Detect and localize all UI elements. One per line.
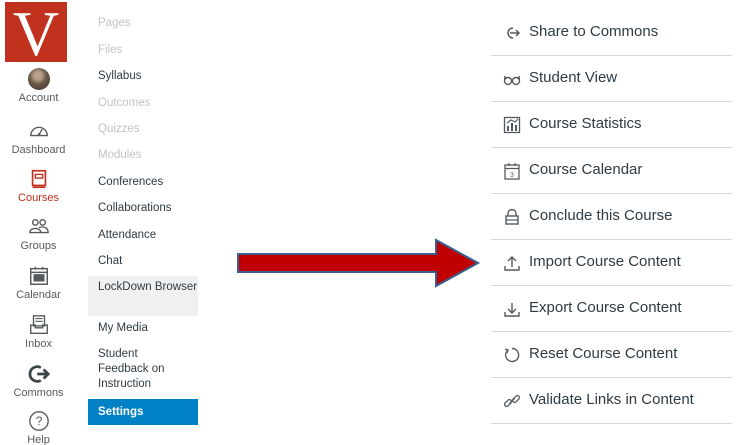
logo-v-icon: V — [13, 2, 59, 62]
course-nav-pages[interactable]: Pages — [88, 16, 198, 31]
course-statistics-label: Course Statistics — [529, 115, 642, 132]
nav-groups-label: Groups — [20, 240, 57, 252]
nav-dashboard-label: Dashboard — [11, 144, 66, 156]
export-course-content-label: Export Course Content — [529, 299, 682, 316]
course-nav-files[interactable]: Files — [88, 43, 198, 58]
validate-links-label: Validate Links in Content — [529, 391, 694, 408]
import-course-content-label: Import Course Content — [529, 253, 681, 270]
svg-text:V: V — [13, 2, 59, 62]
inbox-icon — [29, 315, 48, 334]
nav-account-label: Account — [18, 92, 59, 104]
calendar-icon — [29, 266, 48, 285]
course-nav-quizzes[interactable]: Quizzes — [88, 122, 198, 137]
course-calendar-label: Course Calendar — [529, 161, 643, 178]
statistics-icon — [503, 116, 521, 134]
dashboard-icon — [29, 126, 48, 137]
course-nav-syllabus[interactable]: Syllabus — [88, 69, 198, 84]
calendar-icon: 3 — [504, 163, 520, 180]
nav-courses[interactable]: Courses — [0, 168, 77, 204]
course-statistics-button[interactable]: Course Statistics — [491, 102, 732, 148]
course-calendar-button[interactable]: 3 Course Calendar — [491, 148, 732, 194]
download-icon — [504, 303, 520, 317]
nav-account[interactable]: Account — [0, 68, 77, 104]
share-to-commons-button[interactable]: Share to Commons — [491, 10, 732, 56]
course-nav-settings[interactable]: Settings — [88, 399, 198, 425]
upload-icon — [504, 256, 520, 271]
svg-text:3: 3 — [510, 172, 514, 179]
reset-icon — [504, 347, 520, 363]
export-course-content-button[interactable]: Export Course Content — [491, 286, 732, 332]
nav-groups[interactable]: Groups — [0, 216, 77, 252]
institution-logo[interactable]: V — [5, 2, 67, 62]
reset-course-content-button[interactable]: Reset Course Content — [491, 332, 732, 378]
reset-course-content-label: Reset Course Content — [529, 345, 678, 362]
courses-icon — [31, 169, 46, 189]
annotation-arrow — [237, 238, 481, 288]
glasses-icon — [503, 75, 521, 86]
course-nav-attendance[interactable]: Attendance — [88, 228, 198, 243]
svg-text:?: ? — [35, 414, 42, 428]
course-nav-modules[interactable]: Modules — [88, 148, 198, 163]
nav-inbox[interactable]: Inbox — [0, 314, 77, 350]
commons-icon — [28, 365, 50, 383]
global-nav: V Account Dashboard Courses Groups Calen… — [0, 0, 77, 445]
nav-commons-label: Commons — [13, 387, 64, 399]
course-nav-outcomes[interactable]: Outcomes — [88, 96, 198, 111]
avatar — [27, 68, 50, 90]
import-course-content-button[interactable]: Import Course Content — [491, 240, 732, 286]
help-icon: ? — [28, 411, 49, 431]
nav-inbox-label: Inbox — [25, 338, 52, 350]
course-nav-student-feedback[interactable]: Student Feedback on Instruction — [88, 347, 188, 392]
validate-links-button[interactable]: Validate Links in Content — [491, 378, 732, 424]
groups-icon — [28, 218, 49, 234]
student-view-button[interactable]: Student View — [491, 56, 732, 102]
conclude-course-button[interactable]: Conclude this Course — [491, 194, 732, 240]
course-nav-lockdown-browser[interactable]: LockDown Browser — [88, 276, 198, 316]
share-commons-icon — [507, 27, 521, 39]
course-nav-chat[interactable]: Chat — [88, 254, 198, 269]
course-nav-my-media[interactable]: My Media — [88, 321, 198, 336]
course-nav-collaborations[interactable]: Collaborations — [88, 201, 198, 216]
student-view-label: Student View — [529, 69, 618, 86]
nav-help-label: Help — [27, 434, 50, 445]
nav-dashboard[interactable]: Dashboard — [0, 120, 77, 156]
nav-help[interactable]: ? Help — [0, 410, 77, 445]
share-to-commons-label: Share to Commons — [529, 23, 659, 40]
nav-courses-label: Courses — [18, 192, 59, 204]
nav-calendar[interactable]: Calendar — [0, 265, 77, 301]
course-nav-conferences[interactable]: Conferences — [88, 175, 198, 190]
nav-commons[interactable]: Commons — [0, 363, 77, 399]
lock-icon — [505, 208, 519, 225]
conclude-course-label: Conclude this Course — [529, 207, 673, 224]
link-icon — [503, 394, 521, 408]
nav-calendar-label: Calendar — [16, 289, 61, 301]
